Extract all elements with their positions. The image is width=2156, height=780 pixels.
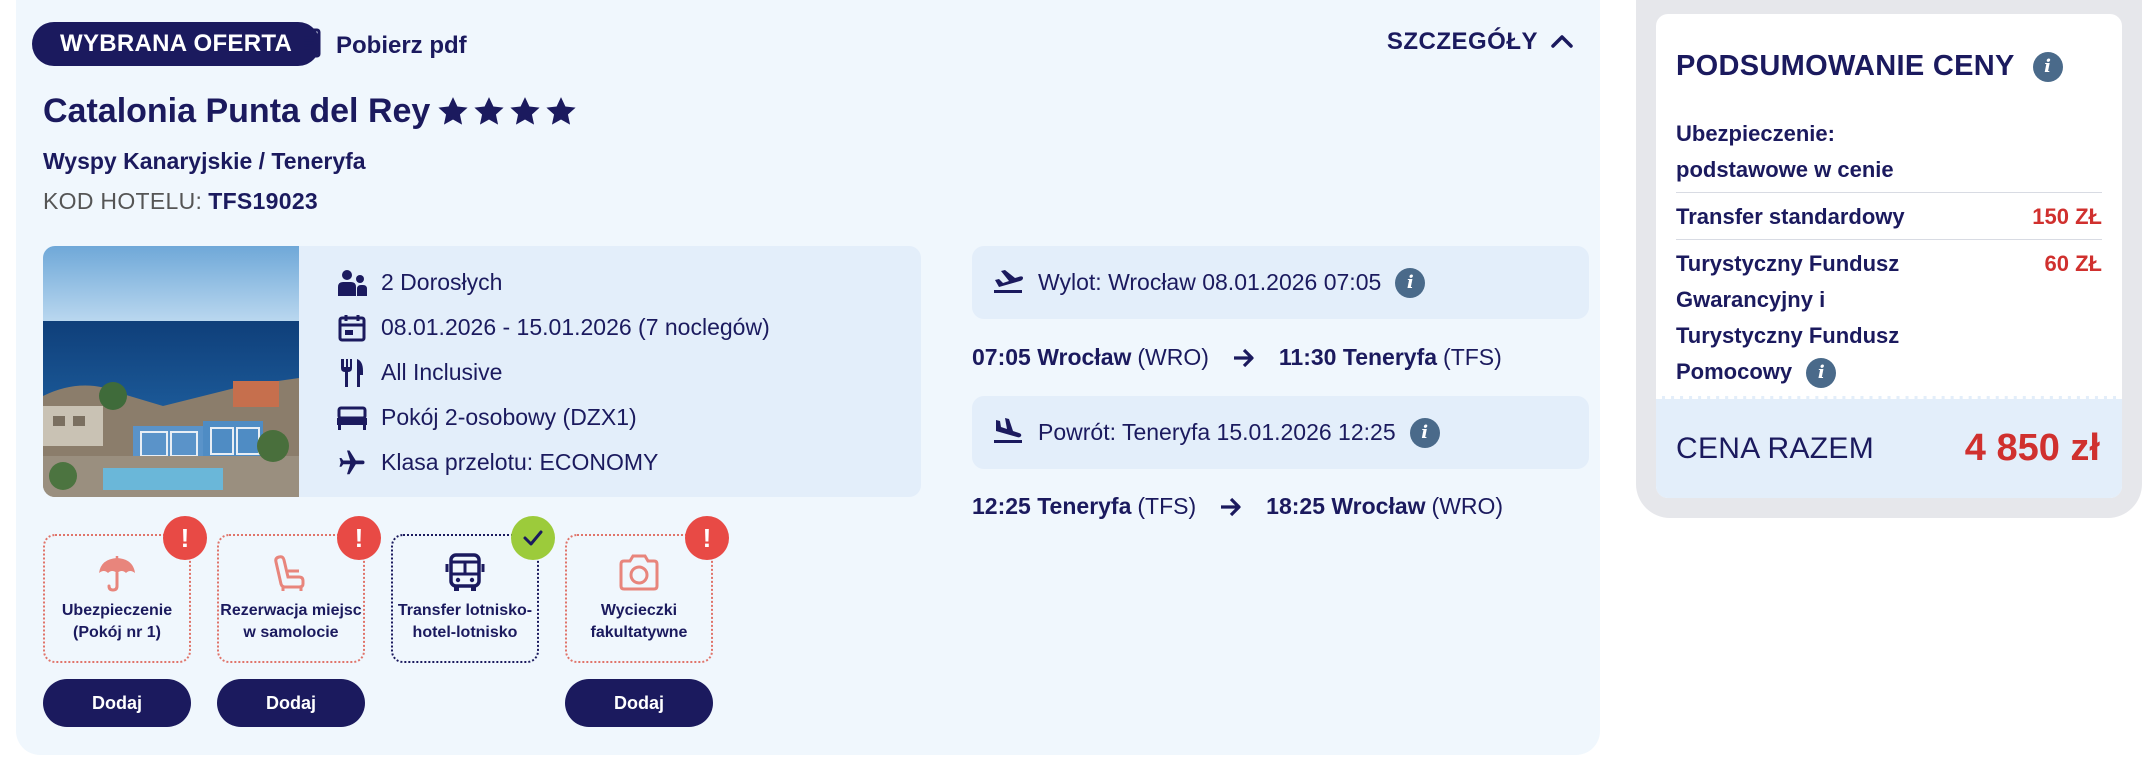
- trip-info-box: 2 Dorosłych 08.01.2026 - 15.01.2026 (7 n…: [43, 246, 921, 497]
- flight-class-text: Klasa przelotu: ECONOMY: [381, 449, 659, 475]
- warning-icon: !: [337, 516, 381, 560]
- airplane-icon: [335, 446, 369, 480]
- return-dep: 12:25 Teneryfa: [972, 493, 1132, 519]
- people-icon: [335, 266, 369, 300]
- board-row: All Inclusive: [335, 350, 770, 395]
- hotel-name: Catalonia Punta del Rey: [43, 92, 578, 131]
- info-icon[interactable]: i: [2032, 51, 2063, 82]
- info-icon[interactable]: i: [1395, 267, 1426, 298]
- bed-icon: [335, 401, 369, 435]
- hotel-name-text: Catalonia Punta del Rey: [43, 92, 431, 130]
- price-summary-card: PODSUMOWANIE CENY i Ubezpieczenie: podst…: [1656, 14, 2122, 498]
- outbound-arr: 11:30 Teneryfa: [1278, 344, 1438, 370]
- addon-insurance-label: Ubezpieczenie (Pokój nr 1): [61, 602, 173, 641]
- return-header: Powrót: Teneryfa 15.01.2026 12:25: [1038, 419, 1396, 445]
- arrow-right-icon: [1233, 348, 1255, 368]
- hotel-code-label: KOD HOTELU:: [43, 188, 203, 214]
- return-dep-code: (TFS): [1137, 493, 1197, 519]
- seat-icon: [219, 550, 363, 596]
- room-text: Pokój 2-osobowy (DZX1): [381, 404, 637, 430]
- details-label: SZCZEGÓŁY: [1386, 28, 1538, 55]
- return-arr-code: (WRO): [1431, 493, 1504, 519]
- outbound-flight-box: Wylot: Wrocław 08.01.2026 07:05 i: [972, 246, 1589, 319]
- hotel-location: Wyspy Kanaryjskie / Teneryfa: [43, 148, 366, 174]
- umbrella-icon: [45, 550, 189, 596]
- addon-seat-reservation[interactable]: Rezerwacja miejsc w samolocie !: [217, 516, 381, 663]
- camera-icon: [567, 550, 711, 596]
- return-route: 12:25 Teneryfa (TFS) 18:25 Wrocław (WRO): [972, 493, 1503, 520]
- board-text: All Inclusive: [381, 359, 503, 385]
- summary-row-insurance: Ubezpieczenie: podstawowe w cenie: [1676, 110, 2102, 193]
- addon-transfer[interactable]: Transfer lotnisko-hotel-lotnisko: [391, 516, 555, 663]
- trip-info-list: 2 Dorosłych 08.01.2026 - 15.01.2026 (7 n…: [335, 260, 770, 485]
- chevron-up-icon: [1550, 28, 1574, 56]
- addon-excursions-label: Wycieczki fakultatywne: [590, 602, 688, 641]
- download-pdf-link[interactable]: Pobierz pdf: [296, 28, 467, 64]
- travelers-row: 2 Dorosłych: [335, 260, 770, 305]
- details-toggle[interactable]: SZCZEGÓŁY: [1387, 28, 1574, 56]
- price-summary-rows: Ubezpieczenie: podstawowe w cenie Transf…: [1676, 110, 2102, 394]
- addon-excursions[interactable]: Wycieczki fakultatywne !: [565, 516, 729, 663]
- summary-row-label: Turystyczny Fundusz Gwarancyjny i Turyst…: [1676, 251, 1900, 384]
- return-arr: 18:25 Wrocław: [1266, 493, 1426, 519]
- travelers-text: 2 Dorosłych: [381, 269, 503, 295]
- outbound-dep-code: (WRO): [1137, 344, 1209, 370]
- bus-icon: [393, 550, 537, 596]
- room-row: Pokój 2-osobowy (DZX1): [335, 395, 770, 440]
- download-pdf-label: Pobierz pdf: [336, 32, 467, 59]
- price-summary-title-text: PODSUMOWANIE CENY: [1676, 50, 2015, 82]
- summary-row-label-wrap: Turystyczny Fundusz Gwarancyjny i Turyst…: [1676, 246, 1926, 390]
- info-icon[interactable]: i: [1806, 358, 1837, 389]
- dates-text: 08.01.2026 - 15.01.2026 (7 noclegów): [381, 314, 770, 340]
- summary-row-fund: Turystyczny Fundusz Gwarancyjny i Turyst…: [1676, 240, 2102, 394]
- add-excursions-button[interactable]: Dodaj: [565, 679, 713, 727]
- hotel-rating-stars: [436, 95, 578, 129]
- hotel-code: KOD HOTELU: TFS19023: [43, 188, 318, 215]
- warning-icon: !: [685, 516, 729, 560]
- addon-insurance[interactable]: Ubezpieczenie (Pokój nr 1) !: [43, 516, 207, 663]
- price-total-value: 4 850 zł: [1964, 427, 2100, 469]
- addon-seat-label: Rezerwacja miejsc w samolocie: [220, 602, 362, 641]
- price-total: CENA RAZEM 4 850 zł: [1656, 396, 2122, 498]
- takeoff-icon: [992, 266, 1024, 300]
- checkmark-icon: [511, 516, 555, 560]
- summary-row-label: Transfer standardowy: [1676, 204, 1905, 229]
- return-flight-box: Powrót: Teneryfa 15.01.2026 12:25 i: [972, 396, 1589, 469]
- outbound-arr-code: (TFS): [1443, 344, 1502, 370]
- document-icon: [296, 28, 322, 65]
- add-insurance-button[interactable]: Dodaj: [43, 679, 191, 727]
- price-total-label: CENA RAZEM: [1676, 431, 1875, 465]
- summary-row-price: 60 ZŁ: [2044, 251, 2102, 276]
- star-icon: [546, 96, 576, 125]
- info-icon[interactable]: i: [1409, 417, 1440, 448]
- hotel-code-value: TFS19023: [208, 188, 319, 214]
- outbound-route: 07:05 Wrocław (WRO) 11:30 Teneryfa (TFS): [972, 344, 1502, 371]
- price-summary-title: PODSUMOWANIE CENY i: [1676, 50, 2063, 83]
- flight-class-row: Klasa przelotu: ECONOMY: [335, 440, 770, 485]
- landing-icon: [992, 416, 1024, 450]
- outbound-dep: 07:05 Wrocław: [972, 344, 1132, 370]
- outbound-header: Wylot: Wrocław 08.01.2026 07:05: [1038, 269, 1382, 295]
- hotel-photo[interactable]: [43, 246, 299, 497]
- selected-offer-badge: WYBRANA OFERTA: [32, 22, 321, 66]
- star-icon: [510, 96, 540, 125]
- summary-row-price: 150 ZŁ: [2032, 204, 2102, 229]
- cutlery-icon: [335, 356, 369, 390]
- summary-row-label: Ubezpieczenie: podstawowe w cenie: [1676, 121, 1894, 182]
- dates-row: 08.01.2026 - 15.01.2026 (7 noclegów): [335, 305, 770, 350]
- addon-transfer-label: Transfer lotnisko-hotel-lotnisko: [397, 602, 533, 641]
- arrow-right-icon: [1220, 497, 1242, 517]
- star-icon: [474, 96, 504, 125]
- warning-icon: !: [163, 516, 207, 560]
- star-icon: [438, 96, 468, 125]
- add-seat-reservation-button[interactable]: Dodaj: [217, 679, 365, 727]
- summary-row-transfer: Transfer standardowy 150 ZŁ: [1676, 193, 2102, 240]
- calendar-icon: [335, 311, 369, 345]
- offer-card: WYBRANA OFERTA Pobierz pdf SZCZEGÓŁY Cat…: [16, 0, 1600, 755]
